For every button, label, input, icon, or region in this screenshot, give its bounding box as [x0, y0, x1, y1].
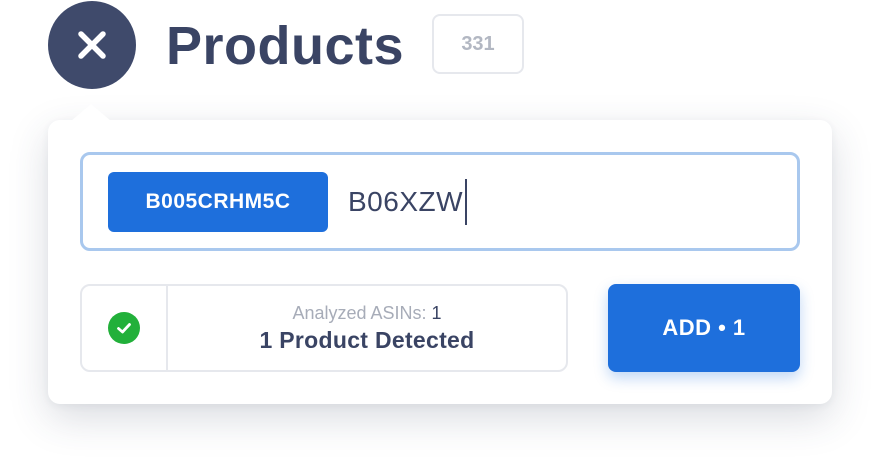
status-icon-cell	[82, 286, 168, 370]
analyzed-asins-label: Analyzed ASINs:	[292, 303, 427, 323]
asin-chip[interactable]: B005CRHM5C	[108, 171, 328, 232]
asin-input-field[interactable]: B005CRHM5C B06XZW	[80, 152, 800, 251]
product-count-badge: 331	[432, 14, 524, 74]
products-modal-stage: Products 331 B005CRHM5C B06XZW Analyzed …	[0, 0, 880, 476]
products-detected-text: 1 Product Detected	[259, 327, 475, 353]
detection-status-box: Analyzed ASINs: 1 1 Product Detected	[80, 284, 568, 372]
panel-pointer-arrow	[71, 104, 111, 121]
asin-typed-text[interactable]: B06XZW	[348, 178, 468, 225]
status-text: Analyzed ASINs: 1 1 Product Detected	[168, 286, 566, 370]
close-button[interactable]	[48, 1, 136, 89]
asin-typed-value: B06XZW	[348, 185, 464, 217]
check-circle-icon	[108, 312, 140, 344]
analyzed-asins-count: 1	[431, 303, 442, 323]
text-caret	[465, 178, 468, 225]
page-title: Products	[166, 16, 405, 76]
add-button[interactable]: ADD • 1	[608, 284, 800, 372]
close-icon	[78, 31, 106, 59]
analyzed-asins-line: Analyzed ASINs: 1	[292, 301, 441, 325]
